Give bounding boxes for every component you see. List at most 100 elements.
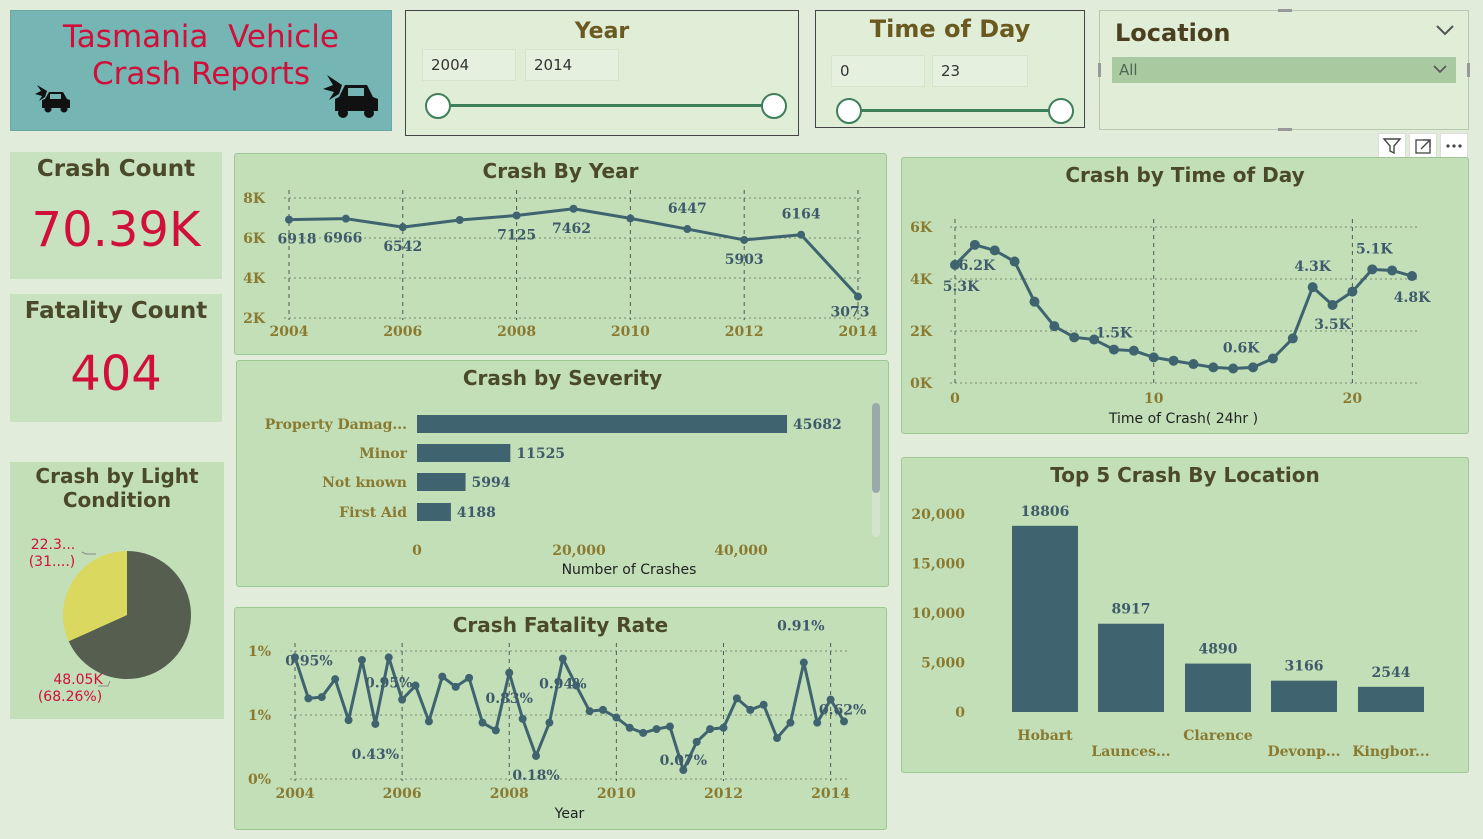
filter-icon[interactable] (1378, 133, 1406, 159)
x-tick-label: 2006 (383, 324, 422, 340)
crash-by-time-chart: 0K 2K 4K 6K 0 10 20 Time of Crash( 24hr ) 5.3K 6.… (910, 219, 1431, 427)
time-from-input[interactable]: 0 (831, 55, 925, 87)
y-tick-label: 8K (243, 191, 266, 207)
data-point (989, 245, 1000, 256)
year-slicer[interactable]: Year 2004 2014 (405, 10, 799, 136)
time-of-day-slicer[interactable]: Time of Day 0 23 (815, 10, 1085, 128)
y-tick-label: 2K (243, 311, 266, 327)
data-label: 5903 (725, 252, 764, 268)
data-label: 0.18% (512, 768, 559, 784)
data-point (1248, 362, 1259, 373)
data-label: 5.1K (1356, 241, 1393, 257)
data-point (746, 705, 755, 714)
data-point (545, 718, 554, 727)
x-tick-label: 2014 (811, 786, 850, 802)
category-label: Hobart (1017, 728, 1073, 744)
bar-value-label: 2544 (1372, 665, 1411, 681)
year-to-input[interactable]: 2014 (525, 49, 619, 81)
crash-by-year-panel: Crash By Year 2K 4K 6K 8K 2004 2006 2008 2010 20… (234, 153, 887, 355)
year-range-track[interactable] (438, 104, 774, 107)
x-tick-label: 2004 (270, 324, 309, 340)
report-title-line1: Tasmania Vehicle (63, 19, 339, 55)
year-range-start-handle[interactable] (425, 93, 451, 119)
bar-value-label: 4188 (457, 505, 496, 521)
y-tick-label: 4K (910, 272, 933, 288)
data-point (1327, 300, 1338, 310)
severity-scrollbar[interactable] (872, 403, 880, 537)
data-point (1407, 271, 1417, 282)
bar (417, 473, 466, 491)
crash-by-severity-panel: Crash by Severity Property Damag... 45682… (236, 360, 889, 587)
x-tick-label: 2010 (597, 786, 636, 802)
data-point (331, 675, 340, 684)
data-label: 3.5K (1314, 317, 1351, 333)
dropdown-chevron-icon[interactable] (1432, 64, 1448, 76)
focus-mode-icon[interactable] (1409, 133, 1437, 159)
data-point (706, 725, 715, 734)
pie-slice-percent: (68.26%) (38, 689, 102, 705)
y-tick-label: 1% (248, 708, 271, 724)
data-point (665, 722, 674, 731)
crash-count-card: Crash Count 70.39K (10, 152, 222, 279)
y-tick-label: 20,000 (911, 507, 965, 523)
time-slicer-title: Time of Day (869, 15, 1031, 43)
location-dropdown[interactable]: All (1112, 57, 1456, 83)
time-range-start-handle[interactable] (836, 98, 862, 124)
data-point (1387, 265, 1398, 276)
data-point (491, 726, 500, 735)
data-label: 0.43% (352, 747, 399, 763)
chevron-down-icon[interactable] (1435, 23, 1455, 37)
data-point (969, 239, 980, 250)
location-slicer[interactable]: Location All (1098, 9, 1470, 131)
resize-handle-left[interactable] (1098, 63, 1101, 77)
data-point (341, 214, 350, 223)
y-tick-label: 4K (243, 271, 266, 287)
bar-value-label: 18806 (1021, 504, 1070, 520)
year-slicer-title: Year (574, 19, 630, 44)
pie-slice-label: 48.05K (53, 672, 103, 688)
x-tick-label: 0 (412, 543, 422, 559)
data-point (1069, 332, 1080, 343)
data-point (759, 700, 768, 709)
data-point (732, 694, 741, 703)
x-tick-label: 2004 (276, 786, 315, 802)
data-point (1347, 286, 1358, 297)
x-tick-label: 20 (1343, 391, 1363, 407)
resize-handle-bottom[interactable] (1278, 128, 1292, 131)
time-range-end-handle[interactable] (1048, 98, 1074, 124)
series-line (953, 243, 1413, 371)
bar (1098, 623, 1164, 712)
data-point (1009, 256, 1020, 267)
category-label: Property Damag... (265, 417, 407, 433)
data-point (813, 718, 822, 727)
data-point (465, 673, 474, 682)
bar-value-label: 11525 (516, 446, 565, 462)
fatality-count-value: 404 (70, 346, 162, 402)
data-point (1128, 345, 1139, 356)
resize-handle-right[interactable] (1467, 63, 1470, 77)
data-point (438, 672, 447, 681)
x-tick-label: 2014 (839, 324, 878, 340)
time-to-input[interactable]: 23 (932, 55, 1028, 87)
data-point (1267, 353, 1278, 364)
year-from-input[interactable]: 2004 (422, 49, 516, 81)
x-tick-label: 2012 (704, 786, 743, 802)
y-tick-label: 0K (910, 376, 933, 392)
x-tick-label: 2008 (497, 324, 536, 340)
data-label: 6447 (668, 201, 707, 217)
data-point (532, 751, 541, 760)
data-point (1287, 333, 1298, 344)
data-label: 0.62% (819, 703, 866, 719)
data-label: 0.6K (1223, 341, 1260, 357)
year-range-end-handle[interactable] (761, 93, 787, 119)
resize-handle-top[interactable] (1278, 9, 1292, 12)
category-label: Kingbor... (1352, 744, 1429, 760)
fatality-count-label: Fatality Count (24, 298, 208, 324)
time-range-track[interactable] (850, 109, 1062, 112)
more-options-icon[interactable] (1440, 133, 1468, 159)
severity-scrollbar-thumb[interactable] (872, 403, 880, 493)
data-point (1208, 362, 1219, 373)
top5-location-panel: Top 5 Crash By Location 0 5,000 10,000 15,0… (901, 457, 1469, 773)
bar (417, 503, 451, 521)
data-label: 0.07% (660, 753, 707, 769)
